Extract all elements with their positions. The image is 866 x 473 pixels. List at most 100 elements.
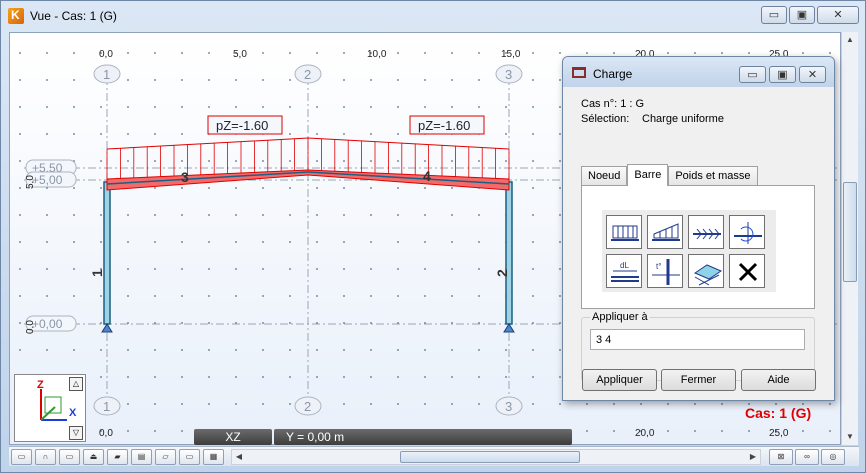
svg-text:dL: dL — [620, 261, 629, 270]
grid-dot — [505, 160, 507, 162]
close-button[interactable]: ✕ — [817, 6, 859, 24]
trapezoidal-load-button[interactable] — [647, 215, 683, 249]
axis-number: 3 — [505, 67, 512, 82]
values-icon[interactable]: ▦ — [203, 449, 224, 465]
grid-dot — [316, 349, 318, 351]
grid-dot — [154, 376, 156, 378]
grid-dot — [235, 187, 237, 189]
grid-dot — [505, 349, 507, 351]
dialog-close-button[interactable]: ✕ — [799, 66, 826, 83]
bottom-toolbar: ▭ ∩ ▭ ⏏ ▰ ▤ ▱ ▭ ▦ ◀ ▶ ⊠ ∞ ◎ — [9, 446, 859, 466]
scroll-up-icon[interactable]: ▲ — [842, 32, 858, 48]
numbering-icon[interactable]: ▭ — [59, 449, 80, 465]
grid-dot — [721, 52, 723, 54]
member-3-label: 3 — [181, 169, 189, 185]
close-dialog-button[interactable]: Fermer — [661, 369, 736, 391]
axis-number: 2 — [304, 67, 311, 82]
scroll-right-icon[interactable]: ▶ — [746, 450, 760, 464]
grid-dot — [478, 79, 480, 81]
grid-dot — [721, 403, 723, 405]
grid-dot — [532, 160, 534, 162]
apply-to-field[interactable] — [590, 329, 805, 350]
grid-dot — [100, 349, 102, 351]
grid-dot — [154, 187, 156, 189]
level-label: +0,00 — [32, 317, 63, 331]
x-tick-top: 10,0 — [367, 49, 387, 60]
dilatation-load-button[interactable]: dL — [606, 254, 642, 288]
help-button[interactable]: Aide — [741, 369, 816, 391]
grid-dot — [370, 403, 372, 405]
grid-dot — [73, 52, 75, 54]
grid-dot — [370, 160, 372, 162]
bar-filter-icon[interactable]: ∩ — [35, 449, 56, 465]
grid-dot — [235, 241, 237, 243]
link-icon[interactable]: ∞ — [795, 449, 819, 465]
supports-icon[interactable]: ⏏ — [83, 449, 104, 465]
apply-button[interactable]: Appliquer — [582, 369, 657, 391]
grid-dot — [19, 241, 21, 243]
vertical-scrollbar[interactable]: ▲ ▼ — [841, 32, 858, 445]
vertical-scroll-thumb[interactable] — [843, 182, 857, 282]
point-loads-button[interactable] — [688, 215, 724, 249]
grid-dot — [586, 430, 588, 432]
grid-dot — [19, 214, 21, 216]
tab-noeud[interactable]: Noeud — [581, 166, 628, 186]
grid-dot — [343, 241, 345, 243]
grid-dot — [235, 106, 237, 108]
grid-dot — [127, 79, 129, 81]
grid-dot — [397, 106, 399, 108]
tab-poids-et-masse[interactable]: Poids et masse — [668, 166, 758, 186]
dialog-minimize-button[interactable]: ▭ — [739, 66, 766, 83]
grid-dot — [181, 295, 183, 297]
thermal-load-button[interactable]: t° — [647, 254, 683, 288]
grid-dot — [100, 133, 102, 135]
uniform-load-button[interactable] — [606, 215, 642, 249]
grid-dot — [424, 79, 426, 81]
rotate-up-icon[interactable]: △ — [69, 377, 83, 391]
grid-dot — [181, 133, 183, 135]
y-tick: 0,0 — [25, 320, 36, 334]
dialog-maximize-button[interactable]: ▣ — [769, 66, 796, 83]
grid-dot — [19, 79, 21, 81]
panel-icon[interactable]: ▭ — [179, 449, 200, 465]
grid-dot — [46, 133, 48, 135]
tab-barre[interactable]: Barre — [627, 164, 669, 186]
grid-dot — [262, 52, 264, 54]
surface-icon[interactable]: ▱ — [155, 449, 176, 465]
grid-dot — [451, 79, 453, 81]
grid-dot — [154, 79, 156, 81]
y-tick: 5,0 — [25, 175, 36, 189]
horizontal-scroll-thumb[interactable] — [400, 451, 580, 463]
node-filter-icon[interactable]: ▭ — [11, 449, 32, 465]
delete-load-button[interactable] — [729, 254, 765, 288]
moment-load-button[interactable] — [729, 215, 765, 249]
rotate-down-icon[interactable]: ▽ — [69, 426, 83, 440]
grid-dot — [100, 106, 102, 108]
loads-icon[interactable]: ▤ — [131, 449, 152, 465]
scroll-down-icon[interactable]: ▼ — [842, 429, 858, 445]
grid-dot — [532, 376, 534, 378]
grid-dot — [181, 160, 183, 162]
grid-dot — [127, 106, 129, 108]
minimize-button[interactable]: ▭ — [761, 6, 787, 24]
grid-dot — [397, 349, 399, 351]
grid-dot — [370, 106, 372, 108]
glasses-view-icon[interactable]: ◎ — [821, 449, 845, 465]
grid-dot — [640, 403, 642, 405]
grid-dot — [19, 349, 21, 351]
scroll-left-icon[interactable]: ◀ — [232, 450, 246, 464]
grid-dot — [370, 376, 372, 378]
surface-load-button[interactable] — [688, 254, 724, 288]
maximize-button[interactable]: ▣ — [789, 6, 815, 24]
grid-dot — [127, 52, 129, 54]
window-title: Vue - Cas: 1 (G) — [30, 9, 117, 23]
grid-dot — [154, 268, 156, 270]
grid-dot — [100, 295, 102, 297]
grid-dot — [154, 295, 156, 297]
dilatation-load-icon: dL — [611, 261, 639, 282]
view-orientation-widget[interactable]: Z X △ ▽ — [14, 374, 86, 442]
sections-icon[interactable]: ▰ — [107, 449, 128, 465]
grid-dot — [127, 403, 129, 405]
horizontal-scrollbar[interactable]: ◀ ▶ — [231, 449, 761, 465]
bar-toggle-icon[interactable]: ⊠ — [769, 449, 793, 465]
